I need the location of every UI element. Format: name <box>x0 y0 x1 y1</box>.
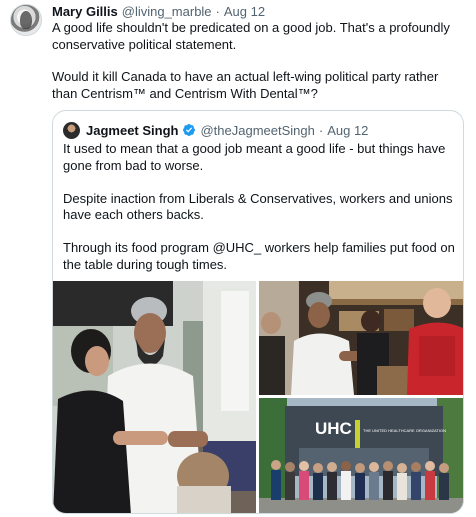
quoted-author-name[interactable]: Jagmeet Singh <box>86 123 178 138</box>
author-handle[interactable]: @living_marble <box>122 4 212 19</box>
quoted-tweet[interactable]: Jagmeet Singh @theJagmeetSingh · Aug 12 … <box>52 110 464 514</box>
quoted-tweet-header: Jagmeet Singh @theJagmeetSingh · Aug 12 <box>63 121 368 139</box>
photo-serving-food[interactable] <box>53 281 256 513</box>
photo-food-handoff-art <box>259 281 463 395</box>
tweet-header: Mary Gillis @living_marble · Aug 12 <box>52 2 265 20</box>
quoted-author-handle[interactable]: @theJagmeetSingh <box>200 123 314 138</box>
quoted-paragraph: It used to mean that a good job meant a … <box>63 141 446 173</box>
photo-group-uhc[interactable]: UHC THE UNITED HEALTHCARE ORGANIZATION <box>259 398 463 513</box>
tweet-paragraph: A good life shouldn't be predicated on a… <box>52 20 450 52</box>
tweet-text: A good life shouldn't be predicated on a… <box>52 20 464 102</box>
quoted-paragraph: Despite inaction from Liberals & Conserv… <box>63 190 453 223</box>
quoted-header-separator: · <box>318 122 324 138</box>
post-date[interactable]: Aug 12 <box>224 4 265 19</box>
photo-food-handoff[interactable] <box>259 281 463 395</box>
tweet: Mary Gillis @living_marble · Aug 12 A go… <box>0 0 476 517</box>
author-avatar[interactable] <box>10 4 42 36</box>
uhc-sign-text: UHC <box>315 419 352 438</box>
quoted-paragraph: Through its food program @UHC_ workers h… <box>63 240 455 272</box>
uhc-sign-subtext: THE UNITED HEALTHCARE ORGANIZATION <box>363 428 446 433</box>
tweet-paragraph: Would it kill Canada to have an actual l… <box>52 69 439 101</box>
photo-serving-food-art <box>53 281 256 513</box>
verified-badge-icon <box>183 124 196 136</box>
photo-group-uhc-art: UHC THE UNITED HEALTHCARE ORGANIZATION <box>259 398 463 513</box>
quoted-author-avatar[interactable] <box>63 121 80 139</box>
quoted-post-date[interactable]: Aug 12 <box>327 123 368 138</box>
quoted-tweet-text: It used to mean that a good job meant a … <box>63 141 457 273</box>
header-separator: · <box>215 3 220 19</box>
author-name[interactable]: Mary Gillis <box>52 4 118 19</box>
